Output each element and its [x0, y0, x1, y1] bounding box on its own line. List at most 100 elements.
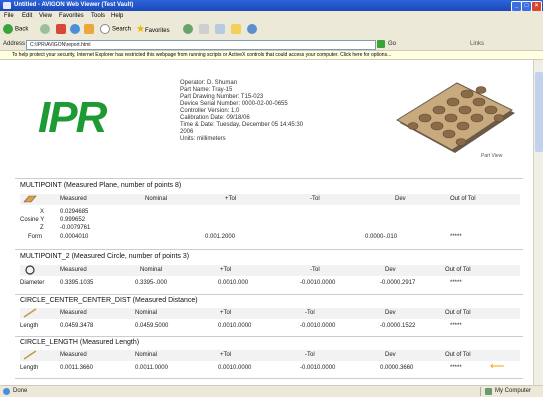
- folder-button[interactable]: [231, 24, 243, 35]
- info-line: Units: millimeters: [180, 136, 226, 142]
- measured-value: 0.0011.3660: [60, 365, 93, 371]
- messenger-button[interactable]: [247, 24, 259, 35]
- col-header: Dev: [385, 352, 396, 358]
- messenger-icon: [247, 24, 257, 34]
- ie-page-icon: [3, 388, 10, 395]
- col-header: Nominal: [135, 352, 158, 358]
- section-divider: [15, 294, 523, 295]
- favorites-button[interactable]: ★Favorites: [136, 24, 170, 35]
- ie-app-icon: [3, 2, 11, 9]
- refresh-button[interactable]: [70, 24, 82, 35]
- col-header: -Tol: [305, 352, 315, 358]
- section-title: MULTIPOINT (Measured Plane, number of po…: [20, 182, 182, 189]
- measured-value: -0.0079761: [60, 225, 91, 231]
- mail-icon: [199, 24, 209, 34]
- nominal-value: 0.0459.5000: [135, 323, 169, 329]
- measured-value: 0.0004010: [60, 234, 89, 240]
- print-icon: [215, 24, 225, 34]
- out-of-tol-value: *****: [450, 323, 462, 329]
- caliper-icon: [23, 308, 37, 318]
- status-bar: Done My Computer: [0, 385, 543, 397]
- info-line: Operator: D. Shuman: [180, 80, 238, 86]
- col-header: -Tol: [305, 310, 315, 316]
- computer-icon: [485, 388, 492, 395]
- stop-icon: [56, 24, 66, 34]
- row-label: Diameter: [20, 280, 45, 286]
- go-icon[interactable]: [377, 40, 385, 48]
- circle-icon: [25, 265, 35, 275]
- col-header: Measured: [60, 352, 87, 358]
- table-header: Measured Nominal +Tol -Tol Dev Out of To…: [20, 350, 520, 361]
- vertical-scrollbar[interactable]: [533, 60, 543, 385]
- table-row: Length 0.0011.3660 0.0011.0000 0.0010.00…: [20, 361, 520, 374]
- table-header: Measured Nominal +Tol -Tol Dev Out of To…: [20, 194, 520, 205]
- status-divider: [480, 387, 481, 396]
- menu-help[interactable]: Help: [111, 13, 123, 19]
- plus-tol-value: 0.001.2000: [205, 234, 236, 240]
- minus-tol-value: -0.0010.0000: [300, 365, 336, 371]
- stop-button[interactable]: [56, 24, 68, 35]
- minus-tol-value: -0.0010.0000: [300, 323, 336, 329]
- back-arrow-icon: [3, 24, 13, 34]
- dev-value: 0.0000.3660: [380, 365, 414, 371]
- out-of-tol-value: *****: [450, 234, 462, 240]
- col-header: +Tol: [220, 352, 232, 358]
- menu-view[interactable]: View: [39, 13, 52, 19]
- address-field[interactable]: C:\IPR\AVIGON\report.html: [26, 40, 376, 50]
- col-header: Measured: [60, 196, 87, 202]
- forward-button[interactable]: [40, 24, 52, 35]
- row-label: Length: [20, 365, 39, 371]
- folder-icon: [231, 24, 241, 34]
- back-button[interactable]: Back: [3, 24, 28, 35]
- print-button[interactable]: [215, 24, 227, 35]
- row-label: Form: [28, 234, 42, 240]
- media-icon: [183, 24, 193, 34]
- plus-tol-value: 0.0010.0000: [218, 365, 252, 371]
- address-bar: Address C:\IPR\AVIGON\report.html Go Lin…: [0, 38, 543, 51]
- go-button[interactable]: Go: [388, 41, 396, 47]
- col-header: Measured: [60, 267, 87, 273]
- measured-value: 0.0459.3478: [60, 323, 94, 329]
- menu-tools[interactable]: Tools: [91, 13, 105, 19]
- col-header: Dev: [385, 310, 396, 316]
- table-row: Diameter 0.3395.1035 0.3395-.000 0.0010.…: [20, 278, 520, 289]
- plane-icon: [23, 195, 37, 203]
- part-image: [396, 82, 515, 153]
- company-logo: IPR: [38, 93, 107, 142]
- section-title: MULTIPOINT_2 (Measured Circle, number of…: [20, 253, 190, 260]
- section-divider: [15, 249, 523, 250]
- toolbar: Back Search ★Favorites: [0, 21, 543, 39]
- back-label: Back: [15, 26, 29, 33]
- menu-file[interactable]: File: [4, 13, 14, 19]
- table-row: Length 0.0459.3478 0.0459.5000 0.0010.00…: [20, 321, 520, 332]
- window-title: Untitled - AVIGON Web Viewer (Test Vault…: [14, 2, 134, 8]
- star-icon: ★: [136, 24, 145, 35]
- col-header: Dev: [395, 196, 406, 202]
- col-header: +Tol: [225, 196, 237, 202]
- row-label: Z: [40, 225, 44, 231]
- security-infobar[interactable]: To help protect your security, Internet …: [0, 51, 543, 60]
- row-label: Length: [20, 323, 39, 329]
- dev-value: 0.0000-.010: [365, 234, 398, 240]
- home-button[interactable]: [84, 24, 96, 35]
- col-header: Measured: [60, 310, 87, 316]
- col-header: Out of Tol: [445, 310, 471, 316]
- info-line: Device Serial Number: 0000-02-00-0655: [180, 101, 288, 107]
- info-line: Part Drawing Number: T15-023: [180, 94, 264, 100]
- menu-favorites[interactable]: Favorites: [59, 13, 84, 19]
- col-header: Out of Tol: [445, 352, 471, 358]
- window-titlebar[interactable]: Untitled - AVIGON Web Viewer (Test Vault…: [0, 0, 543, 12]
- table-header: Measured Nominal +Tol -Tol Dev Out of To…: [20, 308, 520, 319]
- address-label: Address: [3, 41, 26, 47]
- info-line: Part Name: Tray-15: [180, 87, 233, 93]
- media-button[interactable]: [183, 24, 195, 35]
- plus-tol-value: 0.0010.000: [218, 280, 249, 286]
- report-info: Operator: D. Shuman Part Name: Tray-15 P…: [180, 80, 370, 165]
- refresh-icon: [70, 24, 80, 34]
- menu-edit[interactable]: Edit: [22, 13, 32, 19]
- home-icon: [84, 24, 94, 34]
- mail-button[interactable]: [199, 24, 211, 35]
- scrollbar-thumb[interactable]: [535, 72, 543, 152]
- links-button[interactable]: Links: [470, 41, 484, 47]
- search-button[interactable]: Search: [100, 24, 131, 35]
